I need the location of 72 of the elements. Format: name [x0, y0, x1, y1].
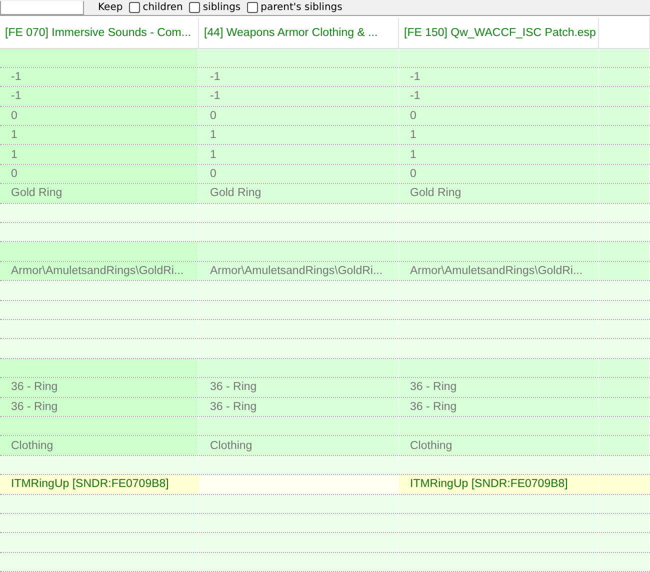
table-cell [599, 242, 650, 261]
table-cell [599, 87, 650, 106]
table-cell [599, 204, 650, 222]
table-cell [599, 339, 650, 358]
table-cell: Armor\AmuletsandRings\GoldRi... [399, 262, 599, 280]
table-cell: -1 [399, 68, 599, 86]
table-cell [599, 552, 650, 572]
table-cell: ITMRingUp [SNDR:FE0709B8] [399, 475, 599, 494]
table-cell: Armor\AmuletsandRings\GoldRi... [199, 262, 399, 280]
table-cell: Clothing [199, 436, 399, 455]
table-cell: 36 - Ring [399, 398, 599, 416]
table-cell [599, 494, 650, 513]
filter-field[interactable] [0, 0, 84, 15]
table-cell: -1 [199, 68, 399, 86]
checkbox-icon[interactable] [246, 2, 258, 14]
table-cell: 1 [0, 145, 199, 164]
table-cell: 36 - Ring [199, 378, 399, 397]
table-cell: 0 [0, 106, 199, 126]
table-cell: 1 [199, 126, 399, 144]
table-cell [599, 126, 650, 144]
keep-option-checkbox[interactable]: parent's siblings [246, 2, 342, 14]
table-cell: 0 [399, 164, 599, 184]
table-cell [599, 223, 650, 242]
table-cell [599, 378, 650, 397]
table-cell: 36 - Ring [0, 398, 199, 416]
table-cell: 0 [199, 164, 399, 184]
table-cell: 1 [399, 126, 599, 144]
table-cell [599, 106, 650, 126]
keep-option-checkbox[interactable]: siblings [188, 2, 241, 14]
table-cell [599, 320, 650, 338]
table-cell [599, 436, 650, 455]
table-cell: 0 [0, 164, 199, 184]
table-cell [599, 300, 650, 319]
table-cell: 0 [399, 106, 599, 126]
column-header[interactable]: [44] Weapons Armor Clothing & ... [199, 18, 399, 48]
column-header[interactable]: [FE 070] Immersive Sounds - Com... [0, 18, 199, 48]
table-cell: 36 - Ring [0, 378, 199, 397]
table-cell [599, 475, 650, 494]
table-cell: 36 - Ring [399, 378, 599, 397]
table-cell: Gold Ring [199, 184, 399, 203]
table-cell [599, 184, 650, 203]
table-cell: 0 [199, 106, 399, 126]
table-cell: Gold Ring [399, 184, 599, 203]
table-cell: -1 [0, 87, 199, 106]
table-cell: 36 - Ring [199, 398, 399, 416]
table-cell: -1 [199, 87, 399, 106]
table-cell [599, 456, 650, 474]
table-cell: ITMRingUp [SNDR:FE0709B8] [0, 475, 199, 494]
table-cell [599, 145, 650, 164]
table-cell [599, 164, 650, 184]
table-cell: Clothing [0, 436, 199, 455]
table-cell: Clothing [399, 436, 599, 455]
table-cell [599, 281, 650, 300]
table-cell [599, 533, 650, 552]
table-cell [599, 262, 650, 280]
table-cell: -1 [399, 87, 599, 106]
column-header[interactable]: [FE 150] Qw_WACCF_ISC Patch.esp [399, 18, 599, 48]
table-cell [599, 398, 650, 416]
checkbox-icon[interactable] [128, 2, 140, 14]
keep-option-checkbox[interactable]: children [128, 2, 183, 14]
table-cell: 1 [0, 126, 199, 144]
table-cell: -1 [0, 68, 199, 86]
table-cell: 1 [199, 145, 399, 164]
table-cell [599, 68, 650, 86]
keep-label: Keep [98, 2, 123, 14]
table-cell: Gold Ring [0, 184, 199, 203]
table-cell: 1 [399, 145, 599, 164]
checkbox-icon[interactable] [188, 2, 200, 14]
table-cell: Armor\AmuletsandRings\GoldRi... [0, 262, 199, 280]
table-cell [599, 358, 650, 378]
table-cell [599, 416, 650, 436]
table-cell [599, 514, 650, 532]
